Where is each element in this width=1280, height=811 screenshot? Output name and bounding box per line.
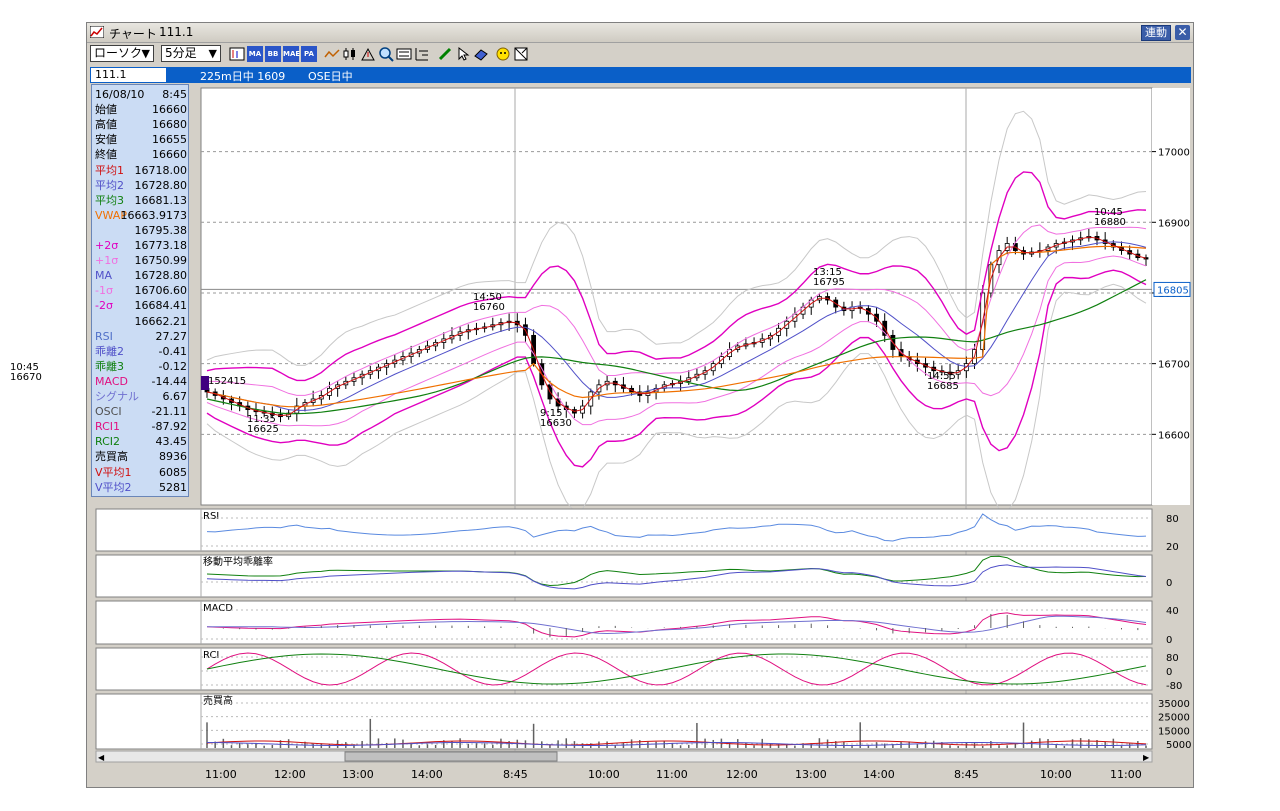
x-tick-label: 13:00 bbox=[795, 768, 827, 781]
x-tick-label: 13:00 bbox=[342, 768, 374, 781]
y-tick-label: 5000 bbox=[1166, 740, 1191, 751]
annotation-price: 16760 bbox=[473, 302, 505, 313]
horizontal-scrollbar bbox=[95, 750, 1153, 763]
x-tick-label: 11:00 bbox=[205, 768, 237, 781]
y-tick-label: 25000 bbox=[1158, 713, 1190, 724]
annotation-price: 16795 bbox=[813, 277, 845, 288]
pane-title: 移動平均乖離率 bbox=[203, 555, 273, 568]
x-tick-label: 14:00 bbox=[863, 768, 895, 781]
annotation-price: 16685 bbox=[927, 381, 959, 392]
pane-title: RCI bbox=[203, 650, 219, 661]
chart-area[interactable]: 17000169001680016700166001680510:4516670… bbox=[0, 0, 1280, 811]
scroll-left-icon: ◀ bbox=[98, 753, 105, 762]
y-tick-label: 20 bbox=[1166, 542, 1179, 553]
y-tick-label: 0 bbox=[1166, 667, 1172, 678]
y-tick-label: 17000 bbox=[1158, 148, 1190, 159]
pane-title: RSI bbox=[203, 511, 219, 522]
x-tick-label: 10:00 bbox=[588, 768, 620, 781]
x-tick-label: 10:00 bbox=[1040, 768, 1072, 781]
y-tick-label: 0 bbox=[1166, 635, 1172, 646]
main-plot bbox=[200, 87, 1153, 506]
x-tick-label: 12:00 bbox=[726, 768, 758, 781]
current-price-label: 16805 bbox=[1157, 285, 1189, 296]
sub-pane bbox=[95, 508, 1153, 552]
y-tick-label: 15000 bbox=[1158, 726, 1190, 737]
y-tick-label: -80 bbox=[1166, 681, 1182, 692]
pane-title: 売買高 bbox=[203, 694, 233, 707]
scrollbar-thumb bbox=[344, 751, 558, 762]
annotation-price: 16670 bbox=[10, 372, 42, 383]
y-tick-label: 16900 bbox=[1158, 218, 1190, 229]
annotation-price: 16625 bbox=[247, 424, 279, 435]
y-tick-label: 16700 bbox=[1158, 360, 1190, 371]
y-tick-label: 16600 bbox=[1158, 430, 1190, 441]
x-tick-label: 14:00 bbox=[411, 768, 443, 781]
y-tick-label: 80 bbox=[1166, 653, 1179, 664]
left-marker-label: 152415 bbox=[208, 376, 246, 387]
scroll-right-icon: ▶ bbox=[1143, 753, 1150, 762]
x-tick-label: 12:00 bbox=[274, 768, 306, 781]
x-tick-label: 11:00 bbox=[656, 768, 688, 781]
y-tick-label: 35000 bbox=[1158, 699, 1190, 710]
y-tick-label: 40 bbox=[1166, 606, 1179, 617]
x-tick-label: 11:00 bbox=[1110, 768, 1142, 781]
x-tick-label: 8:45 bbox=[503, 768, 528, 781]
pane-title: MACD bbox=[203, 603, 233, 614]
sub-pane bbox=[95, 600, 1153, 645]
annotation-price: 16880 bbox=[1094, 217, 1126, 228]
y-tick-label: 0 bbox=[1166, 578, 1172, 589]
annotation-price: 16630 bbox=[540, 418, 572, 429]
y-tick-label: 80 bbox=[1166, 514, 1179, 525]
x-tick-label: 8:45 bbox=[954, 768, 979, 781]
